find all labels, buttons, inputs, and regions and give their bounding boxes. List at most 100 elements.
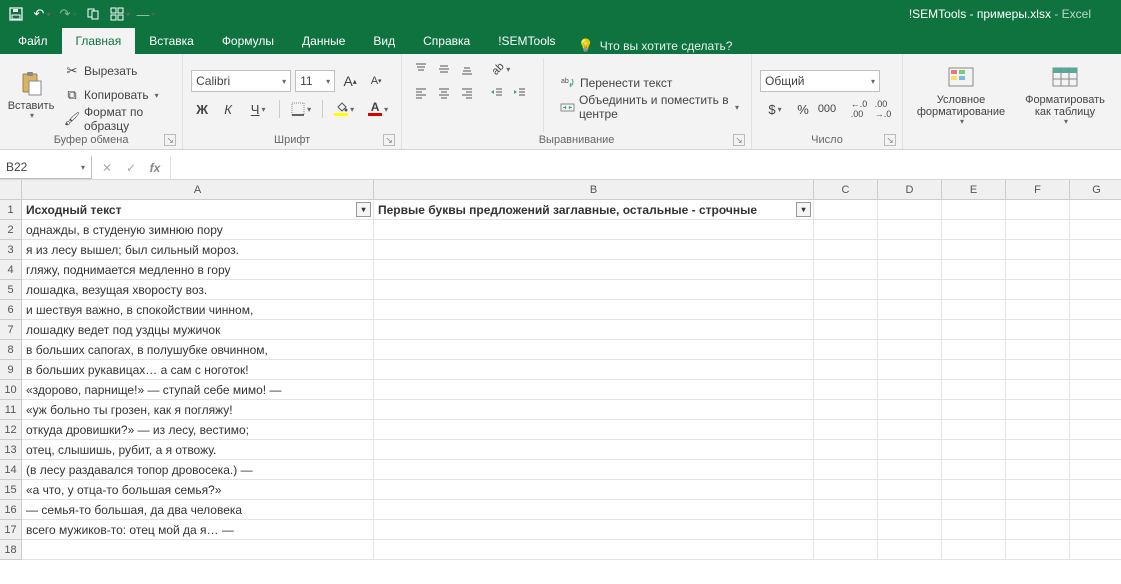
cell-B5[interactable] bbox=[374, 280, 814, 300]
qat-more[interactable]: —▾ bbox=[134, 3, 158, 25]
cell-E18[interactable] bbox=[942, 540, 1006, 560]
tab-вид[interactable]: Вид bbox=[359, 28, 409, 54]
cell-F8[interactable] bbox=[1006, 340, 1070, 360]
cell-D7[interactable] bbox=[878, 320, 942, 340]
cell-B18[interactable] bbox=[374, 540, 814, 560]
cell-E8[interactable] bbox=[942, 340, 1006, 360]
copy-button[interactable]: ⧉Копировать▾ bbox=[60, 84, 174, 106]
confirm-formula-button[interactable]: ✓ bbox=[120, 158, 142, 178]
cell-E14[interactable] bbox=[942, 460, 1006, 480]
decrease-decimal-button[interactable]: .00→.0 bbox=[872, 98, 894, 120]
align-left-button[interactable] bbox=[410, 82, 432, 104]
decrease-indent-button[interactable] bbox=[486, 82, 508, 104]
accounting-format-button[interactable]: $▾ bbox=[760, 98, 790, 120]
row-header-12[interactable]: 12 bbox=[0, 420, 22, 440]
cell-C7[interactable] bbox=[814, 320, 878, 340]
row-header-18[interactable]: 18 bbox=[0, 540, 22, 560]
row-header-13[interactable]: 13 bbox=[0, 440, 22, 460]
cell-F10[interactable] bbox=[1006, 380, 1070, 400]
font-name-combo[interactable]: Calibri▾ bbox=[191, 70, 291, 92]
cell-G17[interactable] bbox=[1070, 520, 1121, 540]
cell-C6[interactable] bbox=[814, 300, 878, 320]
cell-C18[interactable] bbox=[814, 540, 878, 560]
row-header-2[interactable]: 2 bbox=[0, 220, 22, 240]
cell-B11[interactable] bbox=[374, 400, 814, 420]
qat-custom-2[interactable]: ▾ bbox=[108, 3, 132, 25]
cell-C2[interactable] bbox=[814, 220, 878, 240]
cell-E9[interactable] bbox=[942, 360, 1006, 380]
tab-справка[interactable]: Справка bbox=[409, 28, 484, 54]
cell-F13[interactable] bbox=[1006, 440, 1070, 460]
cell-B15[interactable] bbox=[374, 480, 814, 500]
cell-C4[interactable] bbox=[814, 260, 878, 280]
cell-E10[interactable] bbox=[942, 380, 1006, 400]
cell-G6[interactable] bbox=[1070, 300, 1121, 320]
cell-B8[interactable] bbox=[374, 340, 814, 360]
cell-C17[interactable] bbox=[814, 520, 878, 540]
cell-A12[interactable]: откуда дровишки?» — из лесу, вестимо; bbox=[22, 420, 374, 440]
cell-G18[interactable] bbox=[1070, 540, 1121, 560]
tab-вставка[interactable]: Вставка bbox=[135, 28, 208, 54]
cell-G1[interactable] bbox=[1070, 200, 1121, 220]
alignment-dialog-launcher[interactable]: ↘ bbox=[733, 134, 745, 146]
cell-A16[interactable]: — семья-то большая, да два человека bbox=[22, 500, 374, 520]
cell-A13[interactable]: отец, слышишь, рубит, а я отвожу. bbox=[22, 440, 374, 460]
cell-E12[interactable] bbox=[942, 420, 1006, 440]
number-dialog-launcher[interactable]: ↘ bbox=[884, 134, 896, 146]
cell-E11[interactable] bbox=[942, 400, 1006, 420]
cell-E2[interactable] bbox=[942, 220, 1006, 240]
comma-format-button[interactable]: 000 bbox=[816, 98, 838, 120]
cell-D15[interactable] bbox=[878, 480, 942, 500]
cell-B17[interactable] bbox=[374, 520, 814, 540]
cell-D11[interactable] bbox=[878, 400, 942, 420]
cell-B4[interactable] bbox=[374, 260, 814, 280]
cell-A7[interactable]: лошадку ведет под уздцы мужичок bbox=[22, 320, 374, 340]
cell-B9[interactable] bbox=[374, 360, 814, 380]
qat-custom-1[interactable] bbox=[82, 3, 106, 25]
col-header-F[interactable]: F bbox=[1006, 180, 1070, 200]
cell-E5[interactable] bbox=[942, 280, 1006, 300]
cell-C13[interactable] bbox=[814, 440, 878, 460]
row-header-7[interactable]: 7 bbox=[0, 320, 22, 340]
cell-C5[interactable] bbox=[814, 280, 878, 300]
col-header-C[interactable]: C bbox=[814, 180, 878, 200]
row-header-6[interactable]: 6 bbox=[0, 300, 22, 320]
cell-A6[interactable]: и шествуя важно, в спокойствии чинном, bbox=[22, 300, 374, 320]
font-size-combo[interactable]: 11▾ bbox=[295, 70, 335, 92]
cell-D8[interactable] bbox=[878, 340, 942, 360]
row-header-1[interactable]: 1 bbox=[0, 200, 22, 220]
cell-D18[interactable] bbox=[878, 540, 942, 560]
font-color-button[interactable]: A▾ bbox=[363, 98, 393, 120]
name-box[interactable]: B22▾ bbox=[0, 156, 92, 179]
formula-input[interactable] bbox=[171, 156, 1121, 179]
cell-G14[interactable] bbox=[1070, 460, 1121, 480]
cell-B13[interactable] bbox=[374, 440, 814, 460]
number-format-combo[interactable]: Общий▾ bbox=[760, 70, 880, 92]
cell-B3[interactable] bbox=[374, 240, 814, 260]
cell-D12[interactable] bbox=[878, 420, 942, 440]
cell-G7[interactable] bbox=[1070, 320, 1121, 340]
wrap-text-button[interactable]: abПеренести текст bbox=[556, 72, 743, 94]
cell-G13[interactable] bbox=[1070, 440, 1121, 460]
col-header-G[interactable]: G bbox=[1070, 180, 1121, 200]
cell-F2[interactable] bbox=[1006, 220, 1070, 240]
cell-A2[interactable]: однажды, в студеную зимнюю пору bbox=[22, 220, 374, 240]
borders-button[interactable]: ▾ bbox=[286, 98, 316, 120]
align-top-button[interactable] bbox=[410, 58, 432, 80]
cell-D4[interactable] bbox=[878, 260, 942, 280]
cell-D2[interactable] bbox=[878, 220, 942, 240]
percent-format-button[interactable]: % bbox=[792, 98, 814, 120]
cells-area[interactable]: Исходный текст▾Первые буквы предложений … bbox=[22, 200, 1121, 584]
row-header-9[interactable]: 9 bbox=[0, 360, 22, 380]
cell-E3[interactable] bbox=[942, 240, 1006, 260]
cell-F4[interactable] bbox=[1006, 260, 1070, 280]
cell-A17[interactable]: всего мужиков-то: отец мой да я… — bbox=[22, 520, 374, 540]
cell-A8[interactable]: в больших сапогах, в полушубке овчинном, bbox=[22, 340, 374, 360]
cell-A4[interactable]: гляжу, поднимается медленно в гору bbox=[22, 260, 374, 280]
merge-center-button[interactable]: Объединить и поместить в центре▾ bbox=[556, 96, 743, 118]
align-center-button[interactable] bbox=[433, 82, 455, 104]
cell-E16[interactable] bbox=[942, 500, 1006, 520]
cell-E4[interactable] bbox=[942, 260, 1006, 280]
row-header-8[interactable]: 8 bbox=[0, 340, 22, 360]
cell-B2[interactable] bbox=[374, 220, 814, 240]
